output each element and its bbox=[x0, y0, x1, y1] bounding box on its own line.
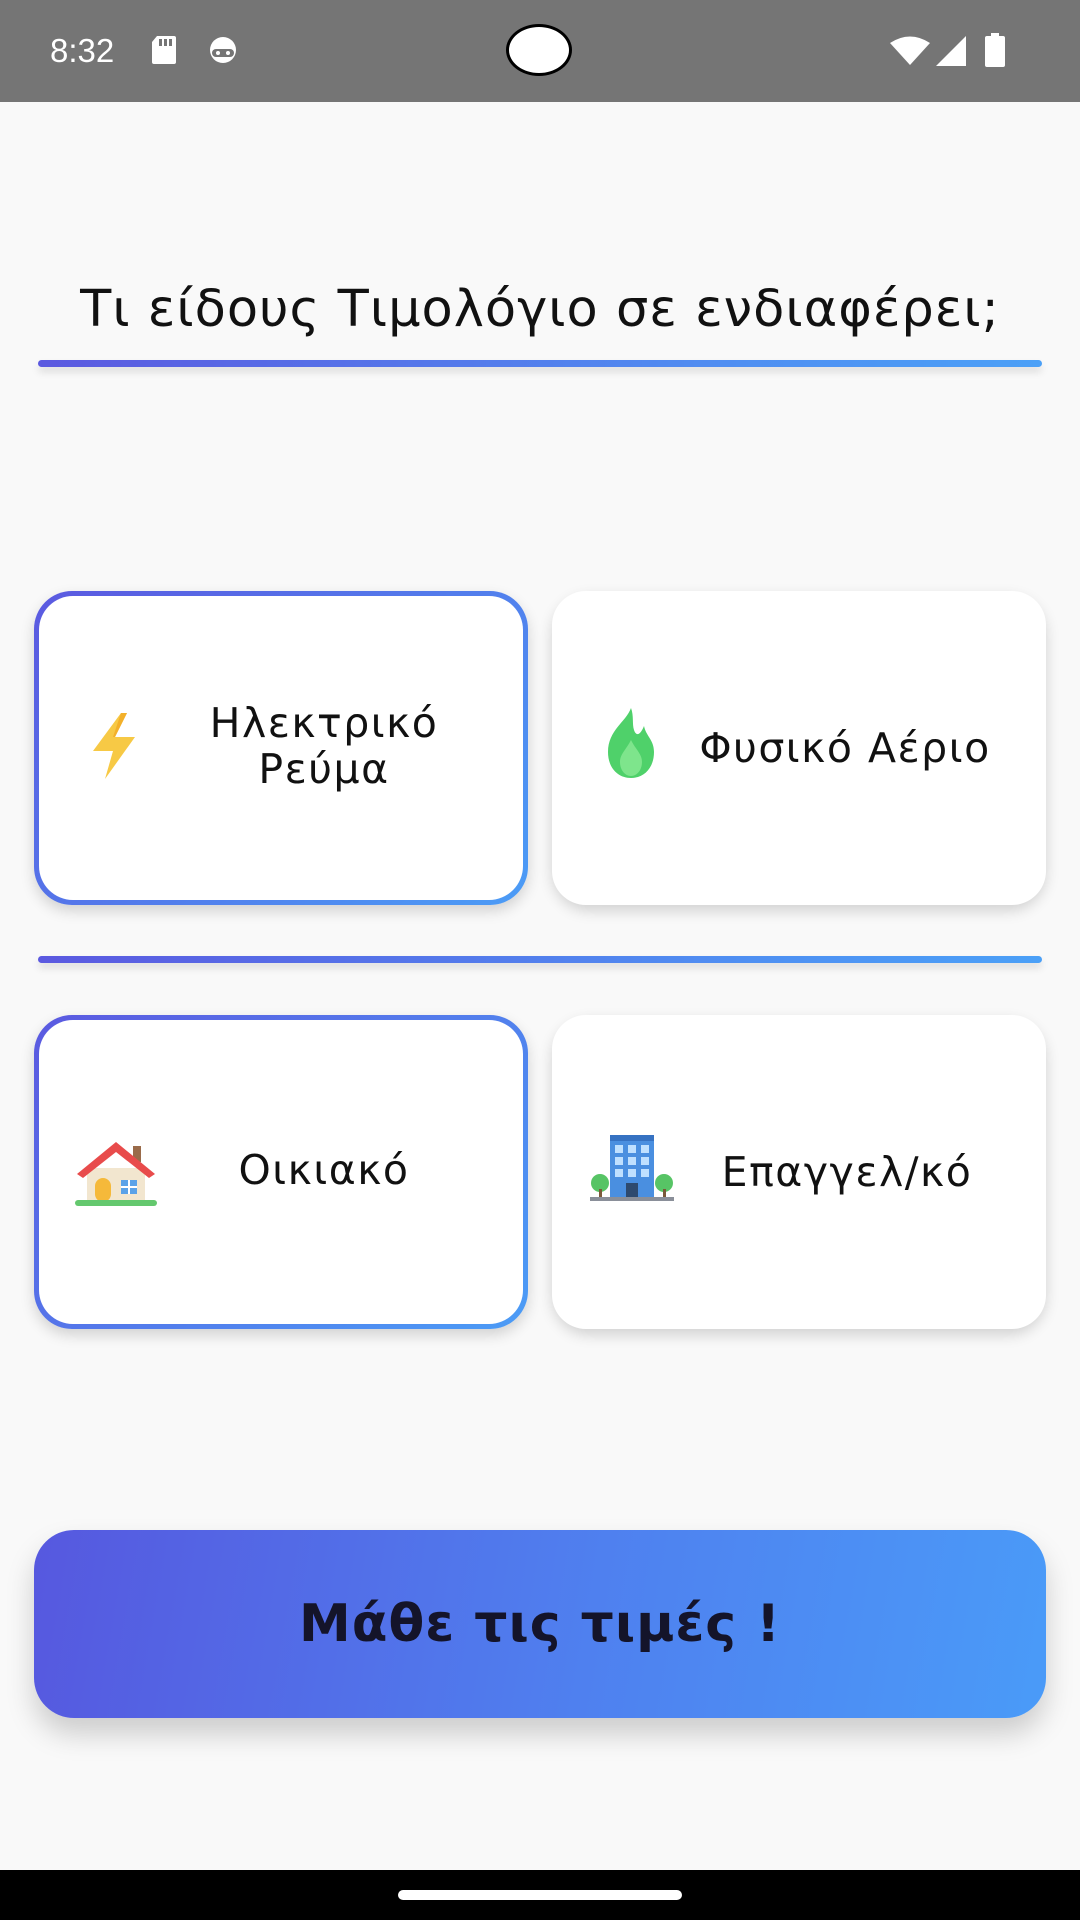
home-gesture-handle[interactable] bbox=[398, 1890, 682, 1900]
get-prices-button-label: Μάθε τις τιμές ! bbox=[299, 1594, 781, 1654]
cellular-signal-icon bbox=[936, 36, 966, 70]
camera-cutout bbox=[506, 24, 572, 76]
android-robot-icon bbox=[206, 34, 240, 68]
option-electricity[interactable]: Ηλεκτρικό Ρεύμα bbox=[34, 591, 528, 905]
office-building-icon bbox=[590, 1133, 674, 1201]
wifi-icon bbox=[890, 36, 930, 70]
get-prices-button[interactable]: Μάθε τις τιμές ! bbox=[34, 1530, 1046, 1718]
page-title: Τι είδους Τιμολόγιο σε ενδιαφέρει; bbox=[80, 280, 1000, 339]
option-natural-gas-label: Φυσικό Αέριο bbox=[699, 724, 991, 772]
section-divider bbox=[38, 956, 1042, 963]
option-business[interactable]: Επαγγελ/κό bbox=[552, 1015, 1046, 1329]
title-divider bbox=[38, 360, 1042, 367]
option-residential-label: Οικιακό bbox=[238, 1146, 410, 1194]
option-business-label: Επαγγελ/κό bbox=[721, 1148, 973, 1196]
option-electricity-label: Ηλεκτρικό Ρεύμα bbox=[209, 699, 439, 793]
navigation-bar bbox=[0, 1870, 1080, 1920]
app-content: Τι είδους Τιμολόγιο σε ενδιαφέρει; Ηλεκτ… bbox=[0, 102, 1080, 1870]
option-residential[interactable]: Οικιακό bbox=[34, 1015, 528, 1329]
sd-card-icon bbox=[150, 34, 178, 70]
status-time: 8:32 bbox=[50, 32, 115, 69]
status-bar: 8:32 bbox=[0, 0, 1080, 102]
lightning-bolt-icon bbox=[83, 711, 145, 781]
house-icon bbox=[75, 1138, 157, 1206]
battery-icon bbox=[984, 33, 1006, 71]
option-natural-gas[interactable]: Φυσικό Αέριο bbox=[552, 591, 1046, 905]
flame-icon bbox=[596, 706, 666, 780]
